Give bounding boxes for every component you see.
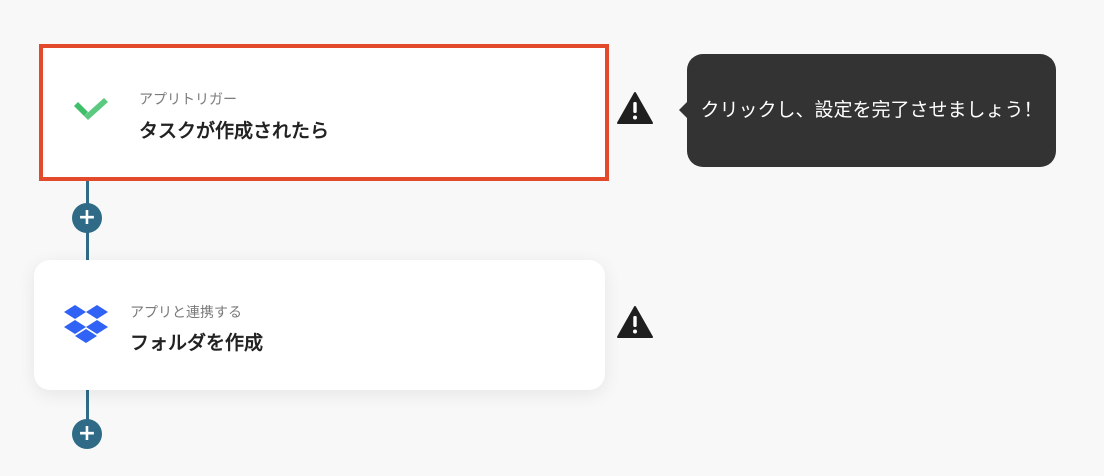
add-step-button[interactable]: + xyxy=(72,203,102,233)
tooltip-text: クリックし、設定を完了させましょう！ xyxy=(700,99,1043,121)
step-category-label: アプリと連携する xyxy=(130,305,242,321)
step-title: タスクが作成されたら xyxy=(139,120,330,142)
step-category-label: アプリトリガー xyxy=(139,92,237,108)
tooltip-arrow xyxy=(679,102,687,118)
setup-tooltip: クリックし、設定を完了させましょう！ xyxy=(679,54,1056,167)
add-step-button[interactable]: + xyxy=(72,419,102,449)
warning-icon xyxy=(616,91,654,125)
step-title: フォルダを作成 xyxy=(130,332,264,354)
warning-icon xyxy=(616,305,654,339)
action-step-card[interactable]: アプリと連携する フォルダを作成 xyxy=(34,260,605,390)
dropbox-icon xyxy=(62,304,114,356)
trigger-step-card[interactable]: アプリトリガー タスクが作成されたら xyxy=(39,44,609,181)
wrike-check-icon xyxy=(68,86,120,138)
